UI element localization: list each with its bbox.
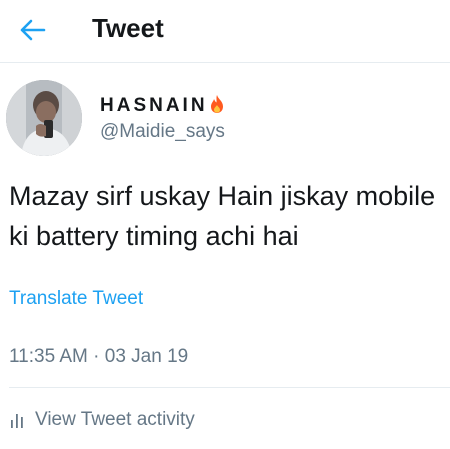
bar-chart-icon — [11, 414, 23, 428]
arrow-left-icon — [20, 19, 46, 41]
fire-icon — [209, 94, 225, 119]
view-tweet-activity-button[interactable]: View Tweet activity — [9, 408, 195, 432]
author-name-row[interactable]: HASNAIN — [100, 94, 225, 118]
top-bar: Tweet — [0, 0, 450, 63]
view-tweet-activity-label: View Tweet activity — [35, 409, 195, 430]
tweet-text: Mazay sirf uskay Hain jiskay mobile ki b… — [9, 181, 436, 251]
translate-tweet-link[interactable]: Translate Tweet — [9, 288, 143, 310]
back-button[interactable] — [14, 12, 50, 48]
author-display-name: HASNAIN — [100, 95, 208, 116]
tweet-timestamp: 11:35 AM · 03 Jan 19 — [9, 346, 189, 367]
avatar-image — [6, 80, 82, 156]
page-title: Tweet — [92, 13, 164, 43]
avatar[interactable] — [6, 80, 82, 156]
author-handle[interactable]: @Maidie_says — [100, 121, 225, 143]
divider — [9, 387, 450, 388]
